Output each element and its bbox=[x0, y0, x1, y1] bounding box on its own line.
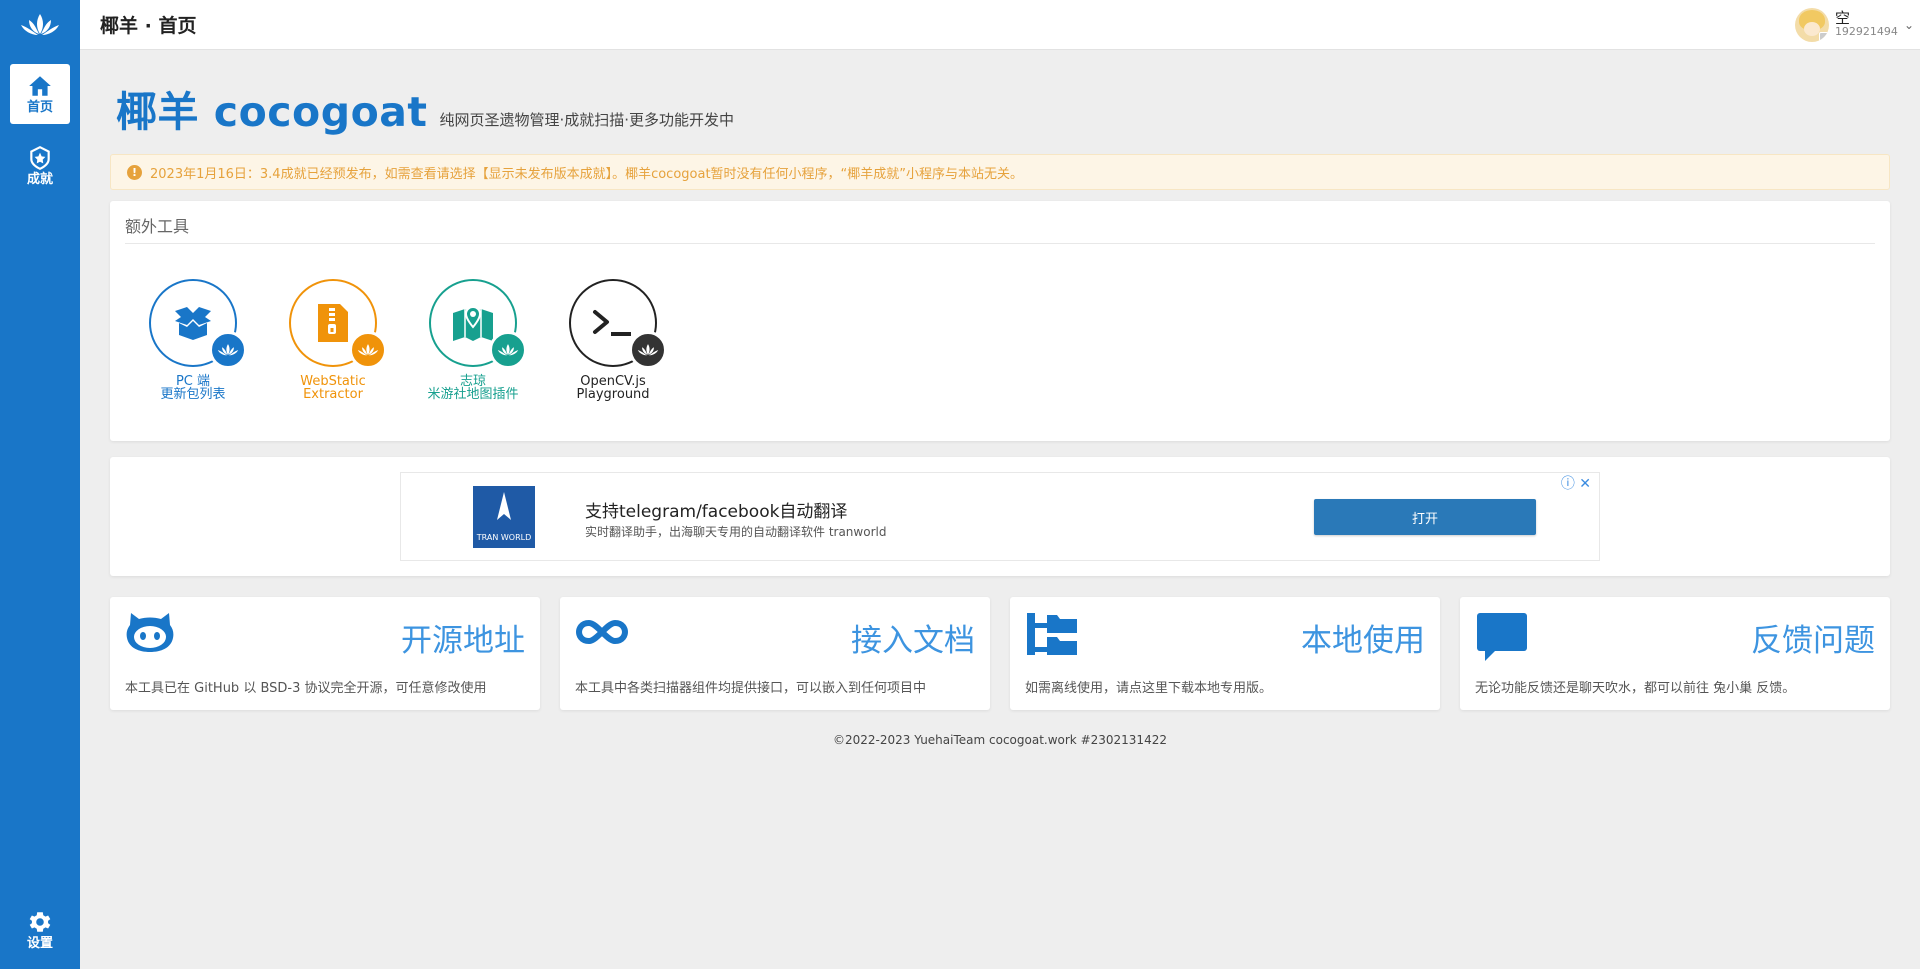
chevron-down-icon[interactable]: ⌄ bbox=[1904, 18, 1914, 32]
lotus-badge-icon bbox=[629, 331, 667, 369]
github-icon bbox=[125, 611, 175, 657]
avatar[interactable] bbox=[1794, 8, 1829, 42]
feature-desc: 无论功能反馈还是聊天吹水，都可以前往 兔小巢 反馈。 bbox=[1475, 681, 1796, 696]
ad-close-icon[interactable]: ⓘ ✕ bbox=[1561, 473, 1591, 493]
feature-title: 本地使用 bbox=[1301, 623, 1425, 659]
sidebar-item-home[interactable]: 首页 bbox=[10, 64, 70, 124]
ad-logo-text: TRAN WORLD bbox=[476, 533, 532, 542]
feature-desc: 如需离线使用，请点这里下载本地专用版。 bbox=[1025, 681, 1273, 696]
extra-tools-card: 额外工具 PC 端 更新包列表 WebStatic Extractor 志琼 米… bbox=[110, 201, 1890, 441]
sidebar-item-label: 设置 bbox=[26, 936, 53, 951]
home-icon bbox=[29, 76, 51, 96]
tool-webstatic-extractor[interactable]: WebStatic Extractor bbox=[258, 279, 408, 401]
ad-subtitle: 实时翻译助手，出海聊天专用的自动翻译软件 tranworld bbox=[585, 525, 887, 539]
tower-icon bbox=[497, 492, 511, 520]
folder-tree-icon bbox=[1025, 611, 1079, 661]
breadcrumb: 椰羊 · 首页 bbox=[100, 15, 197, 37]
chat-icon bbox=[1475, 611, 1529, 667]
warning-icon: ! bbox=[127, 164, 142, 180]
divider bbox=[125, 243, 1875, 244]
sidebar-item-achievement[interactable]: 成就 bbox=[10, 136, 70, 196]
feature-title: 反馈问题 bbox=[1751, 623, 1875, 659]
tool-pc-updates[interactable]: PC 端 更新包列表 bbox=[118, 279, 268, 401]
page-title-row: 椰羊 cocogoat 纯网页圣遗物管理·成就扫描·更多功能开发中 bbox=[116, 88, 734, 136]
user-info: 空 192921494 bbox=[1835, 11, 1898, 39]
infinity-icon bbox=[575, 611, 629, 657]
ad-logo: TRAN WORLD bbox=[473, 486, 535, 548]
top-header: 椰羊 · 首页 空 192921494 ⌄ bbox=[80, 0, 1920, 50]
sidebar: 首页 成就 设置 bbox=[0, 0, 80, 969]
extra-tools-heading: 额外工具 bbox=[125, 217, 190, 236]
feature-card-docs[interactable]: 接入文档 本工具中各类扫描器组件均提供接口，可以嵌入到任何项目中 bbox=[560, 597, 990, 710]
ad-card: TRAN WORLD 支持telegram/facebook自动翻译 实时翻译助… bbox=[110, 457, 1890, 576]
feature-card-feedback[interactable]: 反馈问题 无论功能反馈还是聊天吹水，都可以前往 兔小巢 反馈。 bbox=[1460, 597, 1890, 710]
tool-icon-circle bbox=[289, 279, 387, 369]
page-subtitle: 纯网页圣遗物管理·成就扫描·更多功能开发中 bbox=[439, 111, 735, 129]
user-menu[interactable]: 空 192921494 ⌄ bbox=[1794, 0, 1920, 50]
tool-label: PC 端 更新包列表 bbox=[160, 375, 225, 401]
feature-title: 开源地址 bbox=[401, 623, 525, 659]
feature-card-local[interactable]: 本地使用 如需离线使用，请点这里下载本地专用版。 bbox=[1010, 597, 1440, 710]
sidebar-item-label: 成就 bbox=[26, 172, 53, 187]
sidebar-item-label: 首页 bbox=[26, 100, 53, 115]
lotus-badge-icon bbox=[209, 331, 247, 369]
tool-icon-circle bbox=[429, 279, 527, 369]
tool-opencv-playground[interactable]: OpenCV.js Playground bbox=[538, 279, 688, 401]
tool-label-line2: 更新包列表 bbox=[160, 387, 226, 402]
achievement-icon bbox=[30, 145, 50, 171]
map-icon bbox=[453, 305, 493, 341]
feature-desc: 本工具已在 GitHub 以 BSD-3 协议完全开源，可任意修改使用 bbox=[125, 681, 487, 696]
user-name: 空 bbox=[1834, 9, 1850, 27]
zip-file-icon bbox=[318, 304, 348, 342]
ad-banner[interactable]: TRAN WORLD 支持telegram/facebook自动翻译 实时翻译助… bbox=[400, 472, 1600, 561]
page-title: 椰羊 cocogoat bbox=[116, 88, 428, 136]
gear-icon bbox=[29, 912, 51, 932]
user-id: 192921494 bbox=[1834, 25, 1898, 38]
terminal-icon bbox=[593, 310, 631, 336]
feature-title: 接入文档 bbox=[851, 623, 975, 659]
tool-label-line2: Playground bbox=[576, 387, 650, 402]
box-icon bbox=[175, 307, 211, 340]
tool-icon-circle bbox=[569, 279, 667, 369]
avatar-badge-icon bbox=[1818, 32, 1829, 42]
tool-label-line2: 米游社地图插件 bbox=[427, 387, 519, 402]
lotus-logo-icon[interactable] bbox=[0, 0, 80, 50]
ad-open-button[interactable]: 打开 bbox=[1314, 499, 1536, 535]
lotus-badge-icon bbox=[349, 331, 387, 369]
notice-banner: ! 2023年1月16日：3.4成就已经预发布，如需查看请选择【显示未发布版本成… bbox=[110, 154, 1890, 190]
footer: ©2022-2023 YuehaiTeam cocogoat.work #230… bbox=[833, 733, 1167, 747]
tool-label: OpenCV.js Playground bbox=[576, 375, 649, 401]
sidebar-item-settings[interactable]: 设置 bbox=[10, 900, 70, 960]
tool-label-line2: Extractor bbox=[303, 387, 363, 402]
tool-map-plugin[interactable]: 志琼 米游社地图插件 bbox=[398, 279, 548, 401]
lotus-badge-icon bbox=[489, 331, 527, 369]
feature-card-opensource[interactable]: 开源地址 本工具已在 GitHub 以 BSD-3 协议完全开源，可任意修改使用 bbox=[110, 597, 540, 710]
notice-text: 2023年1月16日：3.4成就已经预发布，如需查看请选择【显示未发布版本成就】… bbox=[150, 166, 1024, 182]
tool-icon-circle bbox=[149, 279, 247, 369]
ad-title: 支持telegram/facebook自动翻译 bbox=[585, 502, 848, 522]
tool-label: 志琼 米游社地图插件 bbox=[427, 375, 518, 401]
tool-label: WebStatic Extractor bbox=[300, 375, 366, 401]
feature-desc: 本工具中各类扫描器组件均提供接口，可以嵌入到任何项目中 bbox=[575, 681, 927, 696]
